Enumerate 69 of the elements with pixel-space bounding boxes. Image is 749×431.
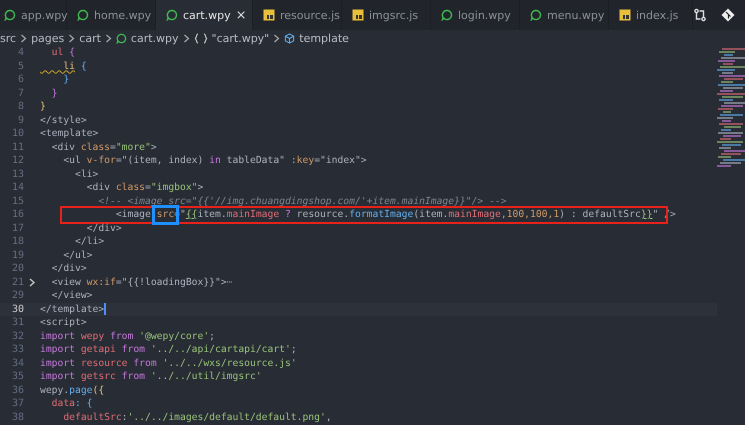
line-number: 6 — [16, 74, 24, 86]
line-number: 36 — [10, 384, 24, 396]
code-line: </ul> — [62, 248, 92, 262]
breadcrumb-item[interactable]: cart — [79, 32, 101, 44]
line-number: 30 — [10, 304, 24, 315]
code-line: </li> — [74, 235, 104, 248]
code-line: <view wx:if="{{!loadingBox}}">⋯ — [50, 276, 233, 289]
close-tab-button[interactable]: × — [236, 8, 247, 22]
line-number: 12 — [10, 155, 24, 166]
line-number: 18 — [10, 236, 24, 248]
line-number: 10 — [10, 128, 24, 140]
code-line: import getsrc from '../../util/imgsrc' — [40, 370, 262, 384]
code-line: data: { — [50, 397, 92, 410]
line-number: 38 — [10, 412, 24, 423]
code-line: <!-- <image src="{{'//img.chuangdingshop.com/'+item.mainImage}}"/> --> — [97, 194, 507, 208]
line-number: 32 — [10, 330, 24, 342]
line-number: 34 — [10, 358, 24, 369]
code-line: } — [50, 86, 58, 100]
line-number: 7 — [16, 88, 24, 99]
breadcrumb-item[interactable]: cart.wpy — [130, 32, 179, 44]
line-number: 31 — [10, 317, 24, 328]
code-line: </div> — [86, 222, 122, 235]
line-number: 13 — [10, 168, 24, 180]
code-line: defaultSrc:'../../images/default/default.png', — [62, 410, 332, 424]
code-line: <ul v-for="(item, index) in tableData" :key="index"> — [62, 154, 367, 168]
editor-tab[interactable]: app.wpy — [0, 0, 67, 30]
line-number: 37 — [10, 398, 24, 410]
code-line: <div class="imgbox"> — [86, 181, 204, 194]
line-number: 8 — [16, 101, 24, 112]
line-number: 19 — [10, 250, 24, 261]
line-number: 17 — [10, 222, 24, 234]
breadcrumb-item[interactable]: src — [0, 32, 16, 44]
line-number: 11 — [10, 142, 24, 153]
breadcrumb-item[interactable]: "cart.wpy" — [212, 32, 270, 44]
editor-tab[interactable]: menu.wpy — [520, 0, 609, 30]
line-number: 35 — [10, 371, 24, 382]
line-number: 15 — [10, 196, 24, 207]
code-line: </view> — [50, 289, 92, 302]
editor-tab[interactable]: resource.js — [253, 0, 342, 30]
code-line: <li> — [74, 168, 98, 181]
code-line: import getapi from '../../api/cartapi/cart'; — [40, 343, 297, 356]
editor-tab[interactable]: index.js — [609, 0, 693, 30]
line-number: 20 — [10, 263, 24, 274]
code-line: </style> — [40, 114, 87, 127]
code-line: import resource from '../../wxs/resource.js' — [40, 356, 297, 370]
line-number: 33 — [10, 344, 24, 356]
code-line: </template> — [40, 302, 104, 316]
line-number: 29 — [10, 290, 24, 302]
line-number: 5 — [16, 60, 24, 72]
editor-tab[interactable]: imgsrc.js — [342, 0, 431, 30]
code-line: } — [62, 73, 70, 86]
code-line: wepy.page({ — [40, 384, 104, 397]
code-line: <template> — [40, 127, 98, 140]
code-line: </div> — [50, 262, 87, 276]
code-line: li { — [62, 60, 87, 73]
line-number: 14 — [10, 182, 24, 194]
code-line: import wepy from '@wepy/core'; — [40, 330, 216, 343]
breadcrumb-item[interactable]: template — [299, 32, 349, 44]
code-line: <script> — [40, 316, 87, 330]
line-number: 21 — [10, 276, 24, 288]
line-number: 9 — [16, 114, 24, 126]
breadcrumb-item[interactable]: pages — [31, 32, 64, 44]
line-number: 4 — [16, 47, 24, 58]
code-line: <div class="more"> — [50, 140, 157, 154]
line-number: 16 — [10, 209, 24, 220]
code-line: ul { — [50, 46, 76, 60]
editor-tab[interactable]: login.wpy — [431, 0, 520, 30]
editor-tab[interactable]: cart.wpy × — [156, 0, 253, 30]
code-line: } — [40, 100, 46, 114]
